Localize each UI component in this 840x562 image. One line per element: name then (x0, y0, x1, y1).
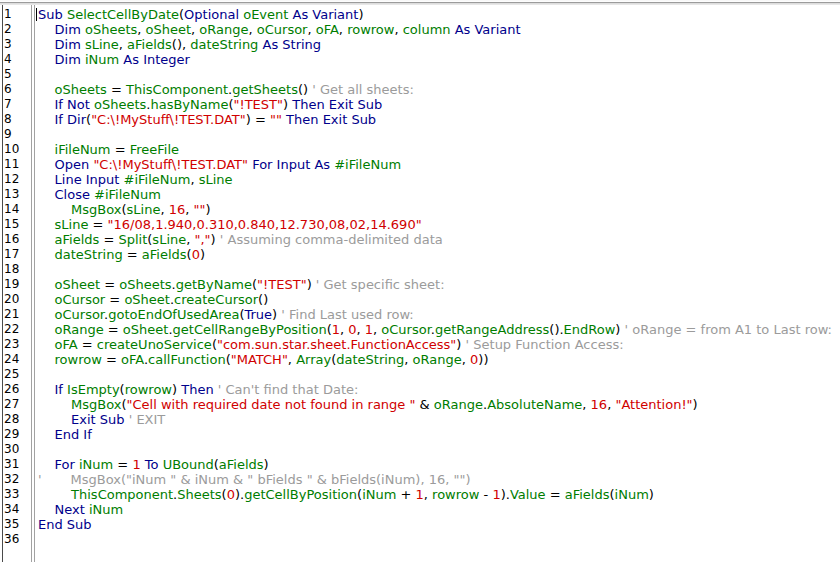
line-number[interactable]: 17 (3, 247, 31, 262)
line-number[interactable]: 35 (3, 517, 31, 532)
code-line[interactable]: Dim iNum As Integer (38, 52, 840, 67)
gutter-numbers[interactable]: 1234567891011121314151617181920212223242… (3, 7, 31, 547)
gutter-separator (34, 5, 35, 562)
code-line[interactable]: oSheet = oSheets.getByName("!TEST") ' Ge… (38, 277, 840, 292)
line-number[interactable]: 32 (3, 472, 31, 487)
code-line[interactable]: ' MsgBox("iNum " & iNum & " bFields " & … (38, 472, 840, 487)
line-number[interactable]: 9 (3, 127, 31, 142)
code-line[interactable] (38, 532, 840, 547)
line-number[interactable]: 6 (3, 82, 31, 97)
code-line[interactable]: Dim oSheets, oSheet, oRange, oCursor, oF… (38, 22, 840, 37)
code-line[interactable] (38, 262, 840, 277)
line-number[interactable]: 8 (3, 112, 31, 127)
code-line[interactable]: End If (38, 427, 840, 442)
code-line[interactable]: Next iNum (38, 502, 840, 517)
line-number[interactable]: 18 (3, 262, 31, 277)
line-number[interactable]: 12 (3, 172, 31, 187)
code-line[interactable]: MsgBox(sLine, 16, "") (38, 202, 840, 217)
basic-code-editor[interactable]: 1234567891011121314151617181920212223242… (0, 5, 840, 562)
line-number[interactable]: 22 (3, 322, 31, 337)
code-line[interactable] (38, 367, 840, 382)
line-number[interactable]: 20 (3, 292, 31, 307)
code-line[interactable]: oRange = oSheet.getCellRangeByPosition(1… (38, 322, 840, 337)
code-line[interactable]: Close #iFileNum (38, 187, 840, 202)
code-line[interactable]: aFields = Split(sLine, ",") ' Assuming c… (38, 232, 840, 247)
code-line[interactable]: MsgBox("Cell with required date not foun… (38, 397, 840, 412)
line-number[interactable]: 36 (3, 532, 31, 547)
code-line[interactable]: If IsEmpty(rowrow) Then ' Can't find tha… (38, 382, 840, 397)
line-number[interactable]: 34 (3, 502, 31, 517)
line-number[interactable]: 27 (3, 397, 31, 412)
line-number[interactable]: 15 (3, 217, 31, 232)
line-number[interactable]: 25 (3, 367, 31, 382)
code-line[interactable] (38, 442, 840, 457)
code-line[interactable] (38, 67, 840, 82)
line-number[interactable]: 31 (3, 457, 31, 472)
line-number[interactable]: 21 (3, 307, 31, 322)
line-number[interactable]: 4 (3, 52, 31, 67)
code-line[interactable]: dateString = aFields(0) (38, 247, 840, 262)
line-number[interactable]: 26 (3, 382, 31, 397)
code-line[interactable]: rowrow = oFA.callFunction("MATCH", Array… (38, 352, 840, 367)
line-number[interactable]: 1 (3, 7, 31, 22)
line-number[interactable]: 23 (3, 337, 31, 352)
code-line[interactable]: If Not oSheets.hasByName("!TEST") Then E… (38, 97, 840, 112)
code-line[interactable]: oSheets = ThisComponent.getSheets() ' Ge… (38, 82, 840, 97)
gutter-separator (31, 5, 32, 562)
line-number[interactable]: 28 (3, 412, 31, 427)
code-line[interactable]: If Dir("C:\!MyStuff\!TEST.DAT") = "" The… (38, 112, 840, 127)
code-line[interactable]: iFileNum = FreeFile (38, 142, 840, 157)
code-line[interactable]: oCursor.gotoEndOfUsedArea(True) ' Find L… (38, 307, 840, 322)
line-number[interactable]: 29 (3, 427, 31, 442)
code-line[interactable]: oCursor = oSheet.createCursor() (38, 292, 840, 307)
code-line[interactable]: ThisComponent.Sheets(0).getCellByPositio… (38, 487, 840, 502)
line-number[interactable]: 2 (3, 22, 31, 37)
code-area[interactable]: Sub SelectCellByDate(Optional oEvent As … (38, 7, 840, 547)
code-line[interactable]: End Sub (38, 517, 840, 532)
code-line[interactable]: For iNum = 1 To UBound(aFields) (38, 457, 840, 472)
code-line[interactable]: oFA = createUnoService("com.sun.star.she… (38, 337, 840, 352)
code-line[interactable]: Line Input #iFileNum, sLine (38, 172, 840, 187)
line-number[interactable]: 16 (3, 232, 31, 247)
code-line[interactable]: Dim sLine, aFields(), dateString As Stri… (38, 37, 840, 52)
line-number[interactable]: 13 (3, 187, 31, 202)
code-line[interactable]: Sub SelectCellByDate(Optional oEvent As … (38, 7, 840, 22)
code-line[interactable]: Open "C:\!MyStuff\!TEST.DAT" For Input A… (38, 157, 840, 172)
line-number[interactable]: 7 (3, 97, 31, 112)
code-line[interactable] (38, 127, 840, 142)
code-line[interactable]: sLine = "16/08,1.940,0.310,0.840,12.730,… (38, 217, 840, 232)
line-number[interactable]: 10 (3, 142, 31, 157)
line-number[interactable]: 14 (3, 202, 31, 217)
line-number[interactable]: 19 (3, 277, 31, 292)
text-caret (36, 8, 37, 21)
line-number[interactable]: 5 (3, 67, 31, 82)
code-line[interactable]: Exit Sub ' EXIT (38, 412, 840, 427)
line-number[interactable]: 30 (3, 442, 31, 457)
line-number[interactable]: 33 (3, 487, 31, 502)
line-number[interactable]: 3 (3, 37, 31, 52)
line-number[interactable]: 11 (3, 157, 31, 172)
line-number[interactable]: 24 (3, 352, 31, 367)
